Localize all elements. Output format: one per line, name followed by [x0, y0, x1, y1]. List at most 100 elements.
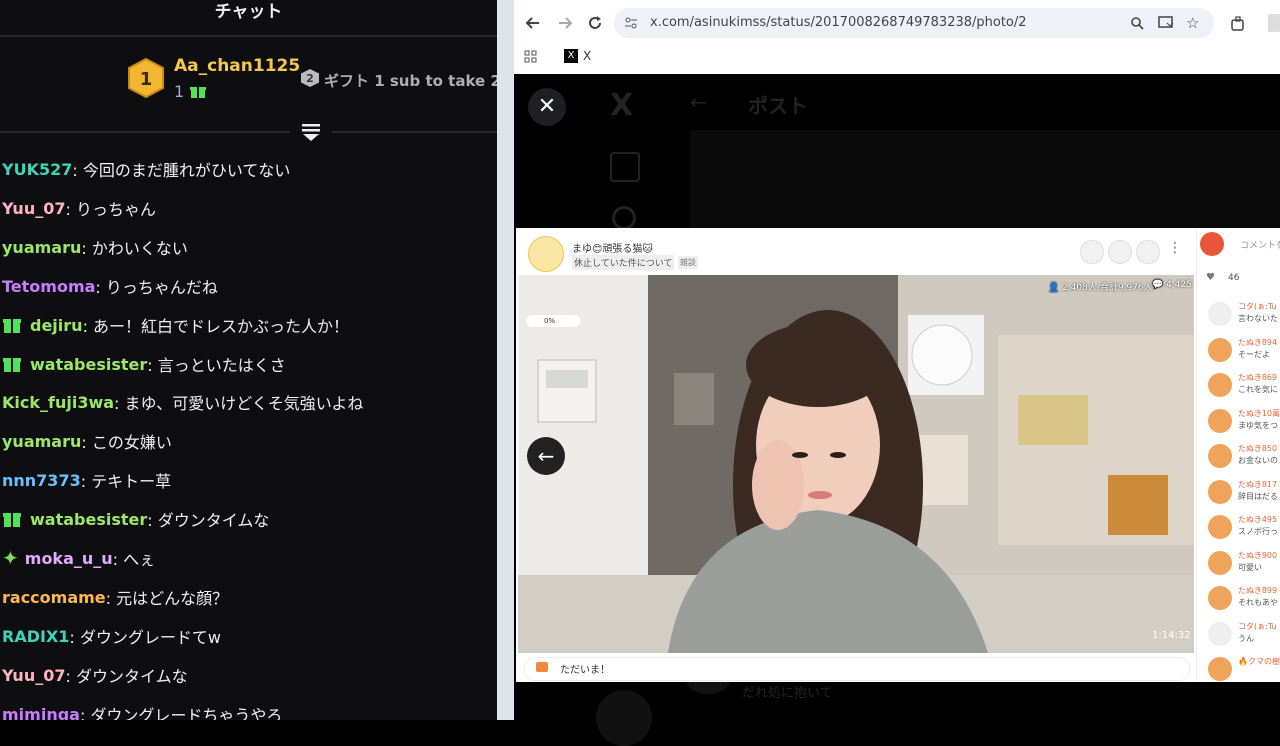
chat-username[interactable]: mimingа	[2, 705, 80, 721]
commenter-avatar	[1208, 479, 1232, 504]
x-logo-icon[interactable]: X	[610, 88, 633, 123]
forward-icon[interactable]	[556, 14, 574, 32]
stream-tag: 雑談	[678, 256, 698, 269]
commenter-avatar	[1208, 373, 1232, 397]
commenter-avatar	[1208, 408, 1232, 433]
sparkle-badge-icon: ✦	[2, 546, 19, 570]
cast-icon[interactable]	[1158, 16, 1174, 30]
chat-message: watabesister: ダウンタイムな	[2, 506, 269, 532]
previous-image-button[interactable]: ←	[527, 437, 565, 475]
gift-banner-text[interactable]: ギフト 1 sub to take 2th	[324, 70, 497, 91]
chat-username[interactable]: watabesister	[30, 510, 147, 529]
comment-text: これを気に	[1238, 385, 1278, 394]
site-settings-icon[interactable]	[624, 16, 638, 30]
more-icon: ⋮	[1168, 240, 1182, 256]
svg-text:2: 2	[306, 72, 314, 85]
back-icon[interactable]	[524, 14, 542, 32]
stream-video	[518, 275, 1194, 653]
side-comment: たぬき495 スノボ行っ	[1208, 513, 1280, 543]
header-photo	[690, 130, 1280, 228]
chat-username[interactable]: yuamaru	[2, 432, 81, 451]
commenter-avatar	[1208, 444, 1232, 468]
comment-text: 言わないた	[1238, 314, 1278, 323]
apps-grid-icon[interactable]	[524, 50, 538, 64]
comment-text: それもあや	[1238, 598, 1278, 607]
streamer-name: まゆ😊頑張る猫🐱	[572, 244, 653, 255]
chat-text: : ダウングレードちゃうやろ	[79, 706, 283, 720]
comment-text: そーだよ	[1238, 349, 1270, 359]
window-edge	[497, 0, 514, 720]
commenter-name: たぬき817	[1238, 479, 1278, 489]
comment-text: うん	[1238, 633, 1254, 643]
x-favicon-icon: X	[564, 49, 578, 63]
commenter-avatar	[1208, 302, 1232, 326]
side-comment: たぬき817 辞目はだる	[1208, 478, 1280, 508]
divider	[0, 131, 290, 133]
comment-text: お金ないの	[1238, 456, 1278, 465]
post-text: だれ処に抱いて	[742, 686, 833, 701]
top-gifter-count: 1	[174, 82, 207, 101]
extensions-icon[interactable]	[1230, 16, 1246, 32]
chat-text: : ダウンタイムな	[147, 511, 270, 530]
collapse-leaderboard-icon[interactable]	[300, 122, 322, 142]
chat-message: raccomame: 元はどんな顔？	[2, 584, 228, 610]
video-frame	[518, 275, 1194, 653]
chat-username[interactable]: Tetomoma	[2, 277, 95, 296]
comment-text: まゆ気をつ	[1238, 420, 1278, 430]
commenter-name: コタ(ぁ:Tu	[1238, 302, 1277, 311]
chat-username[interactable]: dejiru	[30, 316, 83, 335]
chat-text: : あー！紅白でドレスかぶった人か！	[82, 317, 350, 336]
chat-username[interactable]: raccomame	[2, 588, 106, 607]
commenter-name: たぬき850	[1238, 444, 1278, 453]
chat-username[interactable]: Yuu_07	[2, 199, 65, 218]
commenter-name: たぬき869	[1238, 373, 1278, 382]
commenter-name: たぬき900	[1238, 550, 1278, 560]
rank-badge-icon: 1	[128, 58, 164, 98]
side-comment: たぬき894 そーだよ	[1208, 336, 1280, 366]
chat-username[interactable]: Yuu_07	[2, 666, 65, 685]
commenter-avatar	[1208, 550, 1232, 575]
chat-title: チャット	[214, 2, 283, 22]
commenter-name: コタ(ぁ:Tu	[1238, 621, 1277, 631]
like-count: 46	[1228, 273, 1240, 283]
chat-message: YUK527: 今回のまだ腫れがひいてない	[2, 156, 290, 182]
chat-username[interactable]: moka_u_u	[25, 549, 113, 568]
search-icon[interactable]	[612, 206, 636, 230]
gift-count-value: 1	[174, 82, 185, 101]
bookmark-star-icon[interactable]: ☆	[1186, 14, 1199, 32]
broadcaster-message-bar	[524, 657, 1190, 681]
mute-icon	[1108, 240, 1132, 264]
home-icon[interactable]	[610, 152, 640, 182]
chat-username[interactable]: watabesister	[30, 355, 147, 374]
chat-message: mimingа: ダウングレードちゃうやろ	[2, 701, 283, 721]
zoom-icon[interactable]	[1130, 16, 1144, 30]
comment-text: 可愛い	[1238, 562, 1262, 572]
comment-text: 辞目はだる	[1238, 491, 1278, 501]
side-comment: たぬき10萬 まゆ気をつ	[1208, 407, 1280, 437]
chat-text: : かわいくない	[81, 239, 188, 258]
top-gifter-name[interactable]: Aa_chan1125	[174, 56, 300, 76]
chat-username[interactable]: yuamaru	[2, 238, 81, 257]
gift-icon	[1200, 232, 1224, 256]
chat-username[interactable]: YUK527	[2, 160, 72, 179]
chat-message: yuamaru: この女嫌い	[2, 428, 172, 454]
chat-text: : りっちゃんだね	[95, 278, 218, 297]
url-text[interactable]: x.com/asinukimss/status/2017008268749783…	[650, 15, 1027, 30]
compose-button[interactable]	[596, 690, 652, 746]
gift-sub-badge-icon	[3, 358, 21, 372]
back-arrow-icon[interactable]: ←	[690, 90, 707, 114]
bookmark-x[interactable]: X	[583, 49, 591, 63]
close-button[interactable]: ✕	[528, 88, 566, 126]
side-comment: たぬき900 可愛い	[1208, 549, 1280, 579]
profile-button[interactable]	[1268, 14, 1280, 32]
chat-username[interactable]: RADIX1	[2, 627, 69, 646]
reload-icon[interactable]	[586, 14, 604, 32]
broadcaster-message: ただいま！	[560, 665, 610, 676]
chat-username[interactable]: nnn7373	[2, 471, 81, 490]
streamer-avatar	[528, 236, 564, 272]
chat-text: : ダウンタイムな	[65, 667, 188, 686]
side-comment: たぬき869 これを気に	[1208, 371, 1280, 401]
chat-text: : 今回のまだ腫れがひいてない	[72, 161, 291, 180]
chat-text: : この女嫌い	[81, 433, 172, 452]
chat-username[interactable]: Kick_fuji3wa	[2, 393, 114, 412]
